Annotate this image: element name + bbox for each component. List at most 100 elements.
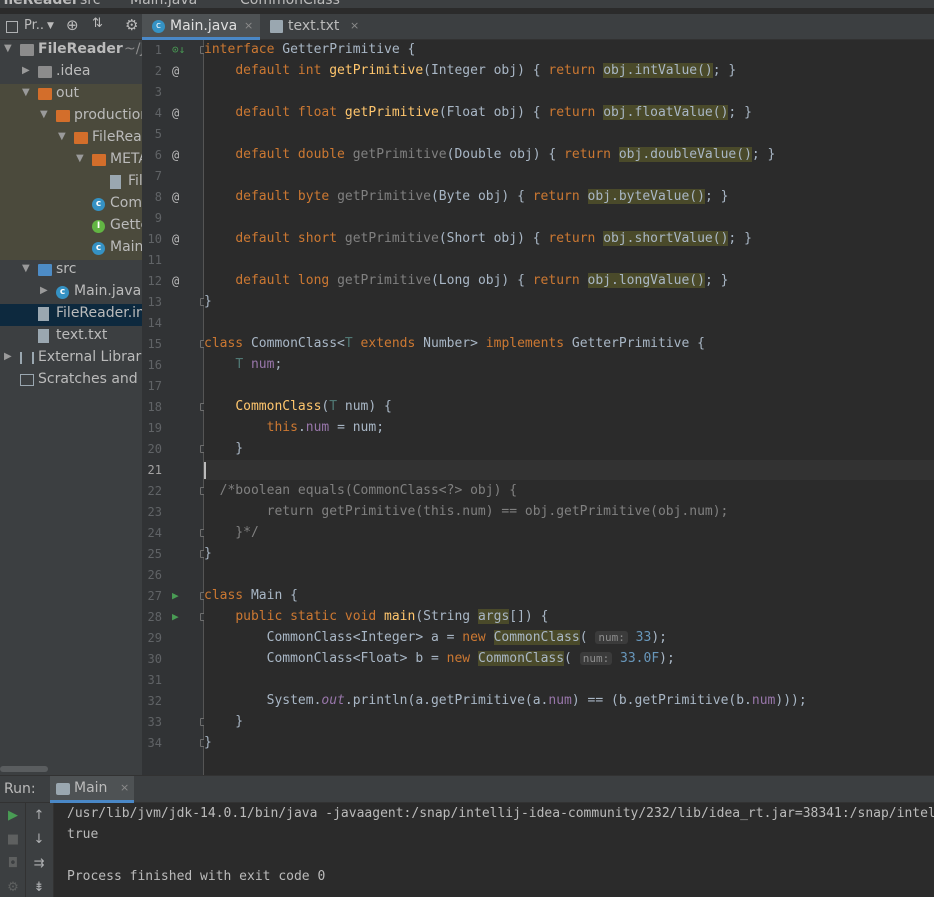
override-method-icon[interactable]: @ [172, 190, 179, 204]
line-number: 23 [147, 505, 162, 519]
line-number: 24 [147, 526, 162, 540]
line-number: 27 [147, 589, 162, 603]
tab-main-java[interactable]: c Main.java × [142, 14, 260, 40]
override-method-icon[interactable]: @ [172, 106, 179, 120]
code-line[interactable]: default int getPrimitive(Integer obj) { … [204, 61, 736, 81]
run-tab-main[interactable]: Main × [50, 776, 134, 803]
tree-item-external-libraries[interactable]: ▶ External Libraries [0, 348, 142, 370]
code-line[interactable]: interface GetterPrimitive { [204, 40, 415, 60]
tree-item-commonclass[interactable]: c CommonClass [0, 194, 142, 216]
tree-item-filereader-iml[interactable]: FileReader.iml [0, 304, 142, 326]
tree-item-scratches-and-consoles[interactable]: Scratches and Consoles [0, 370, 142, 392]
code-line[interactable]: CommonClass<Integer> a = new CommonClass… [204, 628, 667, 648]
tree-item-label: out [56, 85, 79, 101]
close-tab-icon[interactable]: × [244, 19, 253, 32]
project-view-label[interactable]: Pr.. [24, 18, 44, 33]
override-method-icon[interactable]: @ [172, 232, 179, 246]
gear-icon[interactable]: ⚙ [125, 16, 138, 34]
code-line[interactable]: } [204, 292, 212, 312]
scroll-up-icon[interactable]: ↑ [26, 808, 52, 823]
libraries-icon [20, 352, 34, 364]
code-line[interactable]: System.out.println(a.getPrimitive(a.num)… [204, 691, 807, 711]
chevron-down-icon[interactable]: ▼ [76, 153, 84, 164]
chevron-down-icon[interactable]: ▼ [22, 87, 30, 98]
chevron-down-icon[interactable]: ▼ [4, 43, 12, 54]
run-gutter-icon[interactable]: ▶ [172, 610, 179, 623]
tree-item-src[interactable]: ▼ src [0, 260, 142, 282]
chevron-right-icon[interactable]: ▶ [40, 285, 48, 296]
tree-item-filereader[interactable]: ▼ FileReader~/J [0, 40, 142, 62]
code-line[interactable]: } [204, 439, 243, 459]
rerun-icon[interactable]: ▶ [0, 808, 26, 823]
code-editor[interactable]: interface GetterPrimitive { default int … [204, 40, 934, 775]
code-line[interactable]: } [204, 733, 212, 753]
java-class-icon: c [92, 198, 105, 211]
run-gutter-icon[interactable]: ▶ [172, 589, 179, 602]
breadcrumb-src[interactable]: src [80, 0, 100, 8]
close-run-tab-icon[interactable]: × [120, 781, 129, 794]
console-line: Process finished with exit code 0 [67, 869, 326, 884]
breadcrumb-project[interactable]: FileReader [0, 0, 79, 8]
camera-icon[interactable]: ◘ [0, 856, 26, 871]
code-line[interactable]: CommonClass<Float> b = new CommonClass( … [204, 649, 675, 669]
code-line[interactable]: class Main { [204, 586, 298, 606]
tree-item--idea[interactable]: ▶ .idea [0, 62, 142, 84]
tree-item-text-txt[interactable]: text.txt [0, 326, 142, 348]
code-line[interactable]: /*boolean equals(CommonClass<?> obj) { [204, 481, 517, 501]
dropdown-arrow-icon[interactable]: ▼ [47, 21, 54, 31]
code-line[interactable]: class CommonClass<T extends Number> impl… [204, 334, 705, 354]
scroll-down-icon[interactable]: ↓ [26, 832, 52, 847]
code-line[interactable]: }*/ [204, 523, 259, 543]
run-gutter-icon[interactable]: ⊙↓ [172, 43, 185, 56]
breadcrumb-file[interactable]: Main.java [130, 0, 197, 8]
code-line[interactable]: T num; [204, 355, 282, 375]
run-panel-label: Run: [4, 781, 36, 797]
run-toolbar-right: ↑ ↓ ⇉ ⇟ [26, 803, 54, 897]
stop-icon[interactable]: ■ [0, 832, 26, 847]
scroll-to-end-icon[interactable]: ⇟ [26, 880, 52, 895]
chevron-down-icon[interactable]: ▼ [40, 109, 48, 120]
code-line[interactable]: CommonClass(T num) { [204, 397, 392, 417]
soft-wrap-icon[interactable]: ⇉ [26, 856, 52, 871]
code-line[interactable]: default double getPrimitive(Double obj) … [204, 145, 775, 165]
override-method-icon[interactable]: @ [172, 274, 179, 288]
tree-item-out[interactable]: ▼ out [0, 84, 142, 106]
settings-icon[interactable]: ⚙ [0, 880, 26, 895]
tree-item-main[interactable]: c Main [0, 238, 142, 260]
code-line[interactable]: return getPrimitive(this.num) == obj.get… [204, 502, 729, 522]
tree-item-getterprimitive[interactable]: I GetterPrimitive [0, 216, 142, 238]
tree-item-production[interactable]: ▼ production [0, 106, 142, 128]
override-method-icon[interactable]: @ [172, 148, 179, 162]
code-line[interactable]: default byte getPrimitive(Byte obj) { re… [204, 187, 728, 207]
chevron-down-icon[interactable]: ▼ [58, 131, 66, 142]
code-line[interactable]: default long getPrimitive(Long obj) { re… [204, 271, 728, 291]
line-number: 17 [147, 379, 162, 393]
tree-item-label: CommonClass [110, 195, 142, 211]
code-line[interactable]: } [204, 712, 243, 732]
code-line[interactable]: this.num = num; [204, 418, 384, 438]
tree-item-filereader-iml[interactable]: FileReader.iml [0, 172, 142, 194]
breadcrumb-class[interactable]: CommonClass [240, 0, 340, 8]
line-number: 25 [147, 547, 162, 561]
chevron-right-icon[interactable]: ▶ [22, 65, 30, 76]
chevron-right-icon[interactable]: ▶ [4, 351, 12, 362]
chevron-down-icon[interactable]: ▼ [22, 263, 30, 274]
override-method-icon[interactable]: @ [172, 64, 179, 78]
code-line[interactable]: public static void main(String args[]) { [204, 607, 548, 627]
tree-item-meta-inf[interactable]: ▼ META-INF [0, 150, 142, 172]
line-number: 8 [154, 190, 162, 204]
code-line[interactable]: default short getPrimitive(Short obj) { … [204, 229, 752, 249]
collapse-all-icon[interactable]: ⇅ [92, 16, 103, 31]
code-line[interactable]: } [204, 544, 212, 564]
locate-icon[interactable]: ⊕ [66, 16, 79, 34]
code-line[interactable]: default float getPrimitive(Float obj) { … [204, 103, 752, 123]
tree-item-main-java[interactable]: ▶ c Main.java [0, 282, 142, 304]
editor-gutter[interactable]: 1 2 3 4 5 6 7 8 9 10 11 12 13 14 15 16 17 18 19 20 21 22 23 24 2… [142, 40, 208, 775]
run-console-output[interactable]: /usr/lib/jvm/jdk-14.0.1/bin/java -javaag… [54, 803, 934, 897]
tree-item-filereader[interactable]: ▼ FileReader [0, 128, 142, 150]
tree-item-label: Main [110, 239, 142, 255]
close-tab-icon[interactable]: × [350, 19, 359, 32]
tab-text-txt[interactable]: text.txt × [260, 14, 370, 40]
project-tool-window-header: Pr.. ▼ ⊕ ⇅ ⚙ [0, 14, 142, 40]
tree-horizontal-scrollbar[interactable] [0, 766, 48, 772]
